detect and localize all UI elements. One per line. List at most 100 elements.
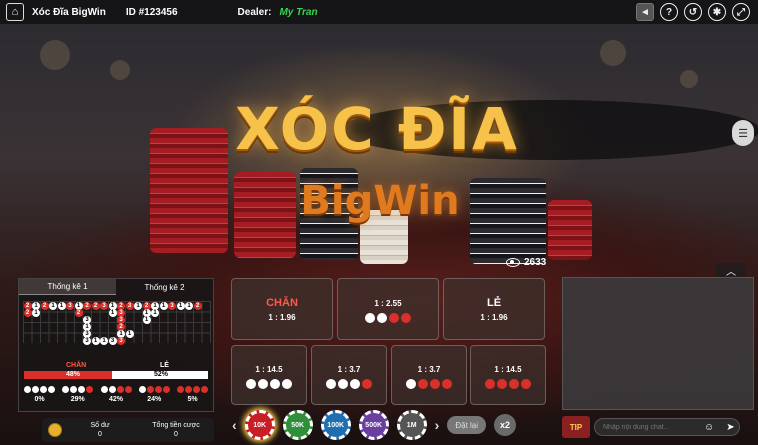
road-dot: 3 [100,302,108,310]
emoji-icon[interactable]: ☺ [704,422,714,433]
white-disc-icon [377,313,387,323]
chip-selector: ‹ 10K 50K 100K 500K 1M › Đặt lại x2 [232,410,517,440]
bet-even[interactable]: CHẴN 1 : 1.96 [231,278,333,340]
red-disc-icon [146,386,154,393]
road-dot: 1 [57,302,66,310]
chip-1m[interactable]: 1M [396,410,427,440]
bokeh-light [110,60,130,80]
bet-two-two-odds: 1 : 2.55 [374,299,402,308]
road-dot: 1 [49,302,57,310]
road-dot: 1 [142,316,151,324]
tab-stats-2[interactable]: Thống kê 2 [116,279,213,295]
road-dot: 3 [117,337,125,345]
rebet-button[interactable]: Đặt lại [447,416,487,434]
bet-combination-dots [246,379,292,389]
white-disc-icon [48,386,55,393]
red-disc-icon [162,386,170,393]
red-disc-icon [485,379,495,389]
fullscreen-icon[interactable]: ⤢ [732,3,750,21]
tip-button[interactable]: TIP [562,416,590,438]
tab-stats-1[interactable]: Thống kê 1 [19,279,116,295]
total-bet-label: Tổng tiền cược [152,422,200,429]
bet-odd-odds: 1 : 1.96 [480,312,508,322]
white-disc-icon [365,313,375,323]
table-id: ID #123456 [125,6,178,18]
road-dot: 1 [100,337,108,345]
collapse-chevron-icon[interactable]: ︿ [716,263,746,278]
bet-combination-odds: 1 : 3.7 [337,365,361,374]
red-disc-icon [442,379,452,389]
home-icon[interactable]: ⌂ [6,3,24,21]
white-disc-icon [108,386,116,393]
chip-50k[interactable]: 50K [282,410,313,440]
white-disc-icon [246,379,256,389]
white-disc-icon [24,386,31,393]
white-disc-icon [62,386,70,393]
chip-stack [150,128,228,253]
dealer-label: Dealer: [237,6,272,18]
bet-even-odds: 1 : 1.96 [268,312,296,322]
red-disc-icon [86,386,94,393]
road-map-grid: 2121131223123121131122121311331123113113… [23,301,211,345]
chevron-left-icon[interactable]: ‹ [232,417,237,433]
road-dot: 3 [125,302,134,310]
help-icon[interactable]: ? [660,3,678,21]
road-dot: 3 [168,302,176,310]
red-disc-icon [430,379,440,389]
balance-label: Số dư [90,422,110,429]
red-disc-icon [418,379,428,389]
white-disc-icon [406,379,416,389]
even-pct: 48% [66,371,81,378]
balance-value: 0 [98,431,102,438]
bet-combination-1[interactable]: 1 : 14.5 [231,345,307,405]
white-disc-icon [326,379,336,389]
white-disc-icon [100,386,108,393]
white-disc-icon [138,386,146,393]
combination-stat: 0% [24,386,55,403]
chat-panel [562,277,754,410]
road-dot: 3 [83,337,91,345]
chip-500k[interactable]: 500K [358,410,389,440]
bet-combination-2[interactable]: 1 : 3.7 [311,345,387,405]
dealer-name: My Tran [279,6,318,18]
combination-pct: 42% [108,396,123,403]
road-dot: 2 [74,309,83,317]
chat-input[interactable] [594,418,740,436]
bet-combination-4[interactable]: 1 : 14.5 [470,345,546,405]
red-disc-icon [116,386,124,393]
chip-10k[interactable]: 10K [244,410,275,440]
bokeh-light [600,40,626,66]
double-bet-button[interactable]: x2 [494,414,517,436]
white-disc-icon [338,379,348,389]
combination-stat: 24% [138,386,170,403]
chip-stack [548,200,592,260]
road-dot: 2 [83,302,91,310]
bet-combination-dots [485,379,531,389]
bet-combination-3[interactable]: 1 : 3.7 [391,345,467,405]
send-icon[interactable]: ➤ [726,422,734,433]
combination-pct: 5% [187,396,198,403]
road-dot: 2 [23,309,32,317]
mute-icon[interactable]: ◄ [636,3,654,21]
red-disc-icon [201,386,208,393]
even-odd-ratio-bar [24,371,208,379]
white-disc-icon [270,379,280,389]
bet-two-two[interactable]: 1 : 2.55 [337,278,439,340]
bet-odd[interactable]: LẺ 1 : 1.96 [443,278,545,340]
chevron-right-icon[interactable]: › [435,417,440,433]
chip-100k[interactable]: 100K [320,410,351,440]
bet-combination-dots [326,379,372,389]
settings-icon[interactable]: ✱ [708,3,726,21]
bet-two-two-dots [365,313,411,323]
logo-subtitle: BigWin [300,178,460,224]
road-dot: 1 [176,302,185,310]
viewer-count-value: 2633 [524,257,547,268]
bet-combination-dots [406,379,452,389]
side-chat-icon[interactable]: ☰ [732,120,754,146]
bet-combination-odds: 1 : 14.5 [255,365,283,374]
red-disc-icon [497,379,507,389]
red-disc-icon [509,379,519,389]
logo-title: XÓC ĐĨA [235,95,519,163]
odd-pct: 52% [154,371,169,378]
history-icon[interactable]: ↺ [684,3,702,21]
